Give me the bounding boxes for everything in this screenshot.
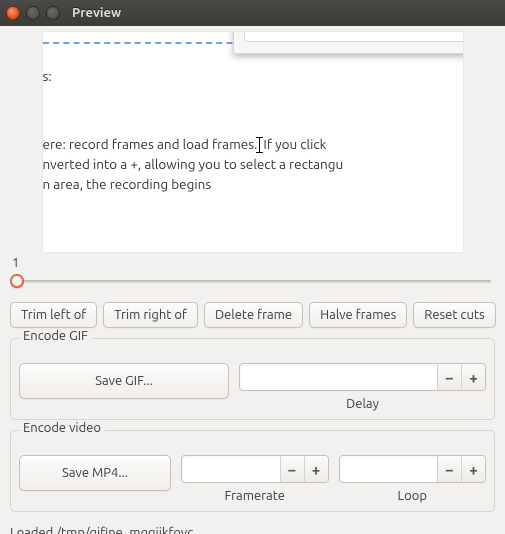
- slider-thumb[interactable]: [10, 274, 24, 288]
- plus-icon[interactable]: [304, 456, 328, 482]
- titlebar: Preview: [0, 0, 505, 26]
- delay-input[interactable]: [240, 364, 437, 390]
- encode-gif-group: Encode GIF Save GIF... Delay: [10, 338, 495, 420]
- preview-line: s:: [43, 66, 457, 86]
- loop-spin[interactable]: [339, 455, 487, 483]
- encode-gif-legend: Encode GIF: [19, 329, 92, 343]
- floating-panel: [233, 32, 463, 54]
- status-text: Loaded /tmp/gifine_mgqiikfovc: [10, 526, 495, 534]
- delete-frame-button[interactable]: Delete frame: [204, 302, 303, 328]
- plus-icon[interactable]: [461, 364, 485, 390]
- content: s: ere: record frames and load frames.If…: [0, 32, 505, 534]
- preview-line: ere: record frames and load frames.If yo…: [43, 134, 457, 154]
- encode-video-legend: Encode video: [19, 421, 105, 435]
- selection-border: [43, 42, 263, 44]
- delay-label: Delay: [239, 397, 486, 411]
- trim-left-button[interactable]: Trim left of: [10, 302, 97, 328]
- minus-icon[interactable]: [437, 456, 461, 482]
- slider-track: [14, 280, 491, 283]
- frame-slider[interactable]: [10, 272, 495, 290]
- frame-slider-value: 1: [12, 256, 495, 270]
- save-gif-button[interactable]: Save GIF...: [19, 363, 229, 399]
- preview-text: s: ere: record frames and load frames.If…: [43, 60, 463, 194]
- minus-icon[interactable]: [437, 364, 461, 390]
- floating-panel-field: [244, 32, 463, 42]
- halve-frames-button[interactable]: Halve frames: [309, 302, 407, 328]
- trim-right-button[interactable]: Trim right of: [103, 302, 198, 328]
- preview-area: s: ere: record frames and load frames.If…: [43, 32, 463, 252]
- plus-icon[interactable]: [461, 456, 485, 482]
- framerate-spin[interactable]: [181, 455, 329, 483]
- encode-video-group: Encode video Save MP4... Framerate Loop: [10, 430, 495, 512]
- delay-spin[interactable]: [239, 363, 486, 391]
- maximize-icon[interactable]: [46, 6, 60, 20]
- frame-slider-wrap: 1: [10, 256, 495, 290]
- window-title: Preview: [72, 6, 121, 20]
- framerate-label: Framerate: [181, 489, 329, 503]
- loop-input[interactable]: [340, 456, 438, 482]
- trim-button-row: Trim left of Trim right of Delete frame …: [10, 302, 495, 328]
- framerate-input[interactable]: [182, 456, 280, 482]
- preview-line: n area, the recording begins: [43, 174, 457, 194]
- save-mp4-button[interactable]: Save MP4...: [19, 455, 171, 491]
- close-icon[interactable]: [6, 6, 20, 20]
- preview-line: nverted into a +, allowing you to select…: [43, 154, 457, 174]
- loop-label: Loop: [339, 489, 487, 503]
- minus-icon[interactable]: [280, 456, 304, 482]
- reset-cuts-button[interactable]: Reset cuts: [413, 302, 495, 328]
- minimize-icon[interactable]: [26, 6, 40, 20]
